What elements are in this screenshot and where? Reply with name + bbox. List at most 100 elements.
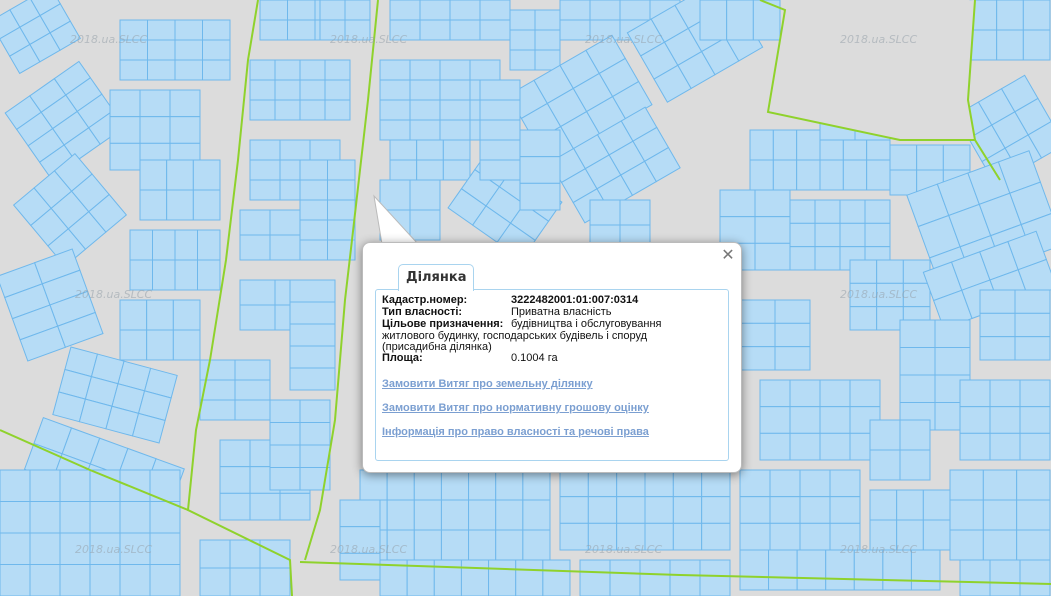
parcel[interactable] — [982, 529, 1018, 561]
parcel[interactable] — [468, 499, 497, 531]
parcel[interactable] — [814, 199, 841, 224]
parcel[interactable] — [949, 529, 984, 561]
parcel[interactable] — [259, 0, 288, 21]
parcel-block[interactable] — [559, 469, 731, 551]
parcel[interactable] — [139, 116, 171, 144]
parcel[interactable] — [882, 549, 912, 591]
parcel[interactable] — [289, 279, 336, 303]
parcel-block[interactable] — [319, 0, 371, 41]
parcel[interactable] — [739, 549, 770, 591]
parcel[interactable] — [379, 119, 411, 141]
parcel[interactable] — [495, 499, 524, 531]
parcel[interactable] — [389, 159, 418, 181]
parcel[interactable] — [701, 496, 731, 524]
parcel[interactable] — [409, 59, 441, 81]
parcel[interactable] — [916, 144, 944, 171]
parcel[interactable] — [876, 259, 904, 284]
parcel[interactable] — [739, 299, 776, 324]
parcel[interactable] — [799, 522, 831, 551]
parcel[interactable] — [269, 444, 301, 468]
parcel[interactable] — [989, 379, 1021, 408]
parcel[interactable] — [269, 467, 301, 491]
parcel[interactable] — [439, 59, 471, 81]
parcel[interactable] — [239, 304, 276, 331]
parcel[interactable] — [119, 564, 151, 596]
parcel[interactable] — [389, 0, 421, 21]
parcel[interactable] — [199, 399, 236, 421]
parcel[interactable] — [139, 159, 168, 191]
parcel-block[interactable] — [959, 379, 1051, 461]
parcel[interactable] — [174, 59, 203, 81]
parcel[interactable] — [896, 489, 924, 521]
parcel[interactable] — [701, 522, 731, 551]
parcel[interactable] — [249, 179, 281, 201]
parcel[interactable] — [440, 499, 470, 531]
parcel-block[interactable] — [199, 359, 271, 421]
parcel[interactable] — [119, 501, 151, 534]
parcel[interactable] — [853, 549, 884, 591]
parcel[interactable] — [59, 469, 91, 502]
parcel[interactable] — [739, 346, 776, 371]
parcel[interactable] — [386, 499, 415, 531]
parcel-block[interactable] — [299, 159, 356, 261]
parcel-block[interactable] — [739, 299, 811, 371]
parcel[interactable] — [842, 159, 868, 191]
parcel[interactable] — [899, 347, 936, 376]
parcel[interactable] — [542, 559, 571, 596]
parcel[interactable] — [825, 549, 855, 591]
parcel[interactable] — [413, 529, 442, 561]
parcel-block[interactable] — [969, 0, 1051, 61]
parcel[interactable] — [239, 234, 271, 261]
parcel[interactable] — [522, 469, 551, 501]
parcel[interactable] — [959, 379, 991, 408]
parcel[interactable] — [147, 39, 176, 61]
parcel[interactable] — [819, 159, 844, 191]
parcel[interactable] — [922, 489, 951, 521]
parcel[interactable] — [619, 0, 651, 21]
parcel[interactable] — [109, 89, 141, 118]
parcel[interactable] — [509, 9, 536, 31]
parcel[interactable] — [789, 379, 821, 408]
parcel[interactable] — [89, 564, 121, 596]
parcel[interactable] — [269, 234, 301, 261]
parcel[interactable] — [814, 222, 841, 248]
parcel[interactable] — [152, 229, 176, 261]
parcel[interactable] — [1022, 0, 1051, 31]
parcel[interactable] — [416, 159, 444, 181]
ownership-rights-info-link[interactable]: Інформація про право власності та речові… — [382, 426, 649, 438]
parcel[interactable] — [479, 0, 511, 21]
parcel-block[interactable] — [519, 129, 561, 211]
parcel[interactable] — [29, 564, 61, 596]
parcel[interactable] — [819, 406, 851, 434]
parcel[interactable] — [989, 432, 1021, 461]
parcel[interactable] — [139, 189, 168, 221]
parcel[interactable] — [1014, 336, 1051, 361]
parcel-block[interactable] — [699, 0, 781, 41]
parcel[interactable] — [910, 549, 941, 591]
parcel[interactable] — [519, 182, 561, 211]
parcel[interactable] — [864, 222, 891, 248]
parcel-block[interactable] — [139, 159, 221, 221]
parcel[interactable] — [789, 432, 821, 461]
parcel[interactable] — [829, 522, 861, 551]
parcel[interactable] — [279, 139, 311, 161]
parcel[interactable] — [796, 129, 821, 161]
parcel[interactable] — [299, 79, 326, 101]
parcel[interactable] — [934, 319, 971, 348]
parcel[interactable] — [468, 529, 497, 561]
parcel[interactable] — [644, 522, 674, 551]
parcel[interactable] — [579, 559, 611, 596]
parcel[interactable] — [327, 219, 356, 241]
parcel[interactable] — [299, 444, 331, 468]
parcel[interactable] — [979, 336, 1016, 361]
parcel[interactable] — [479, 99, 521, 121]
parcel[interactable] — [119, 59, 148, 81]
parcel-block[interactable] — [509, 9, 561, 71]
parcel[interactable] — [899, 374, 936, 403]
parcel[interactable] — [769, 469, 801, 498]
parcel[interactable] — [789, 222, 816, 248]
parcel[interactable] — [587, 496, 618, 524]
parcel[interactable] — [146, 299, 174, 331]
parcel[interactable] — [814, 246, 841, 271]
parcel[interactable] — [449, 19, 481, 41]
